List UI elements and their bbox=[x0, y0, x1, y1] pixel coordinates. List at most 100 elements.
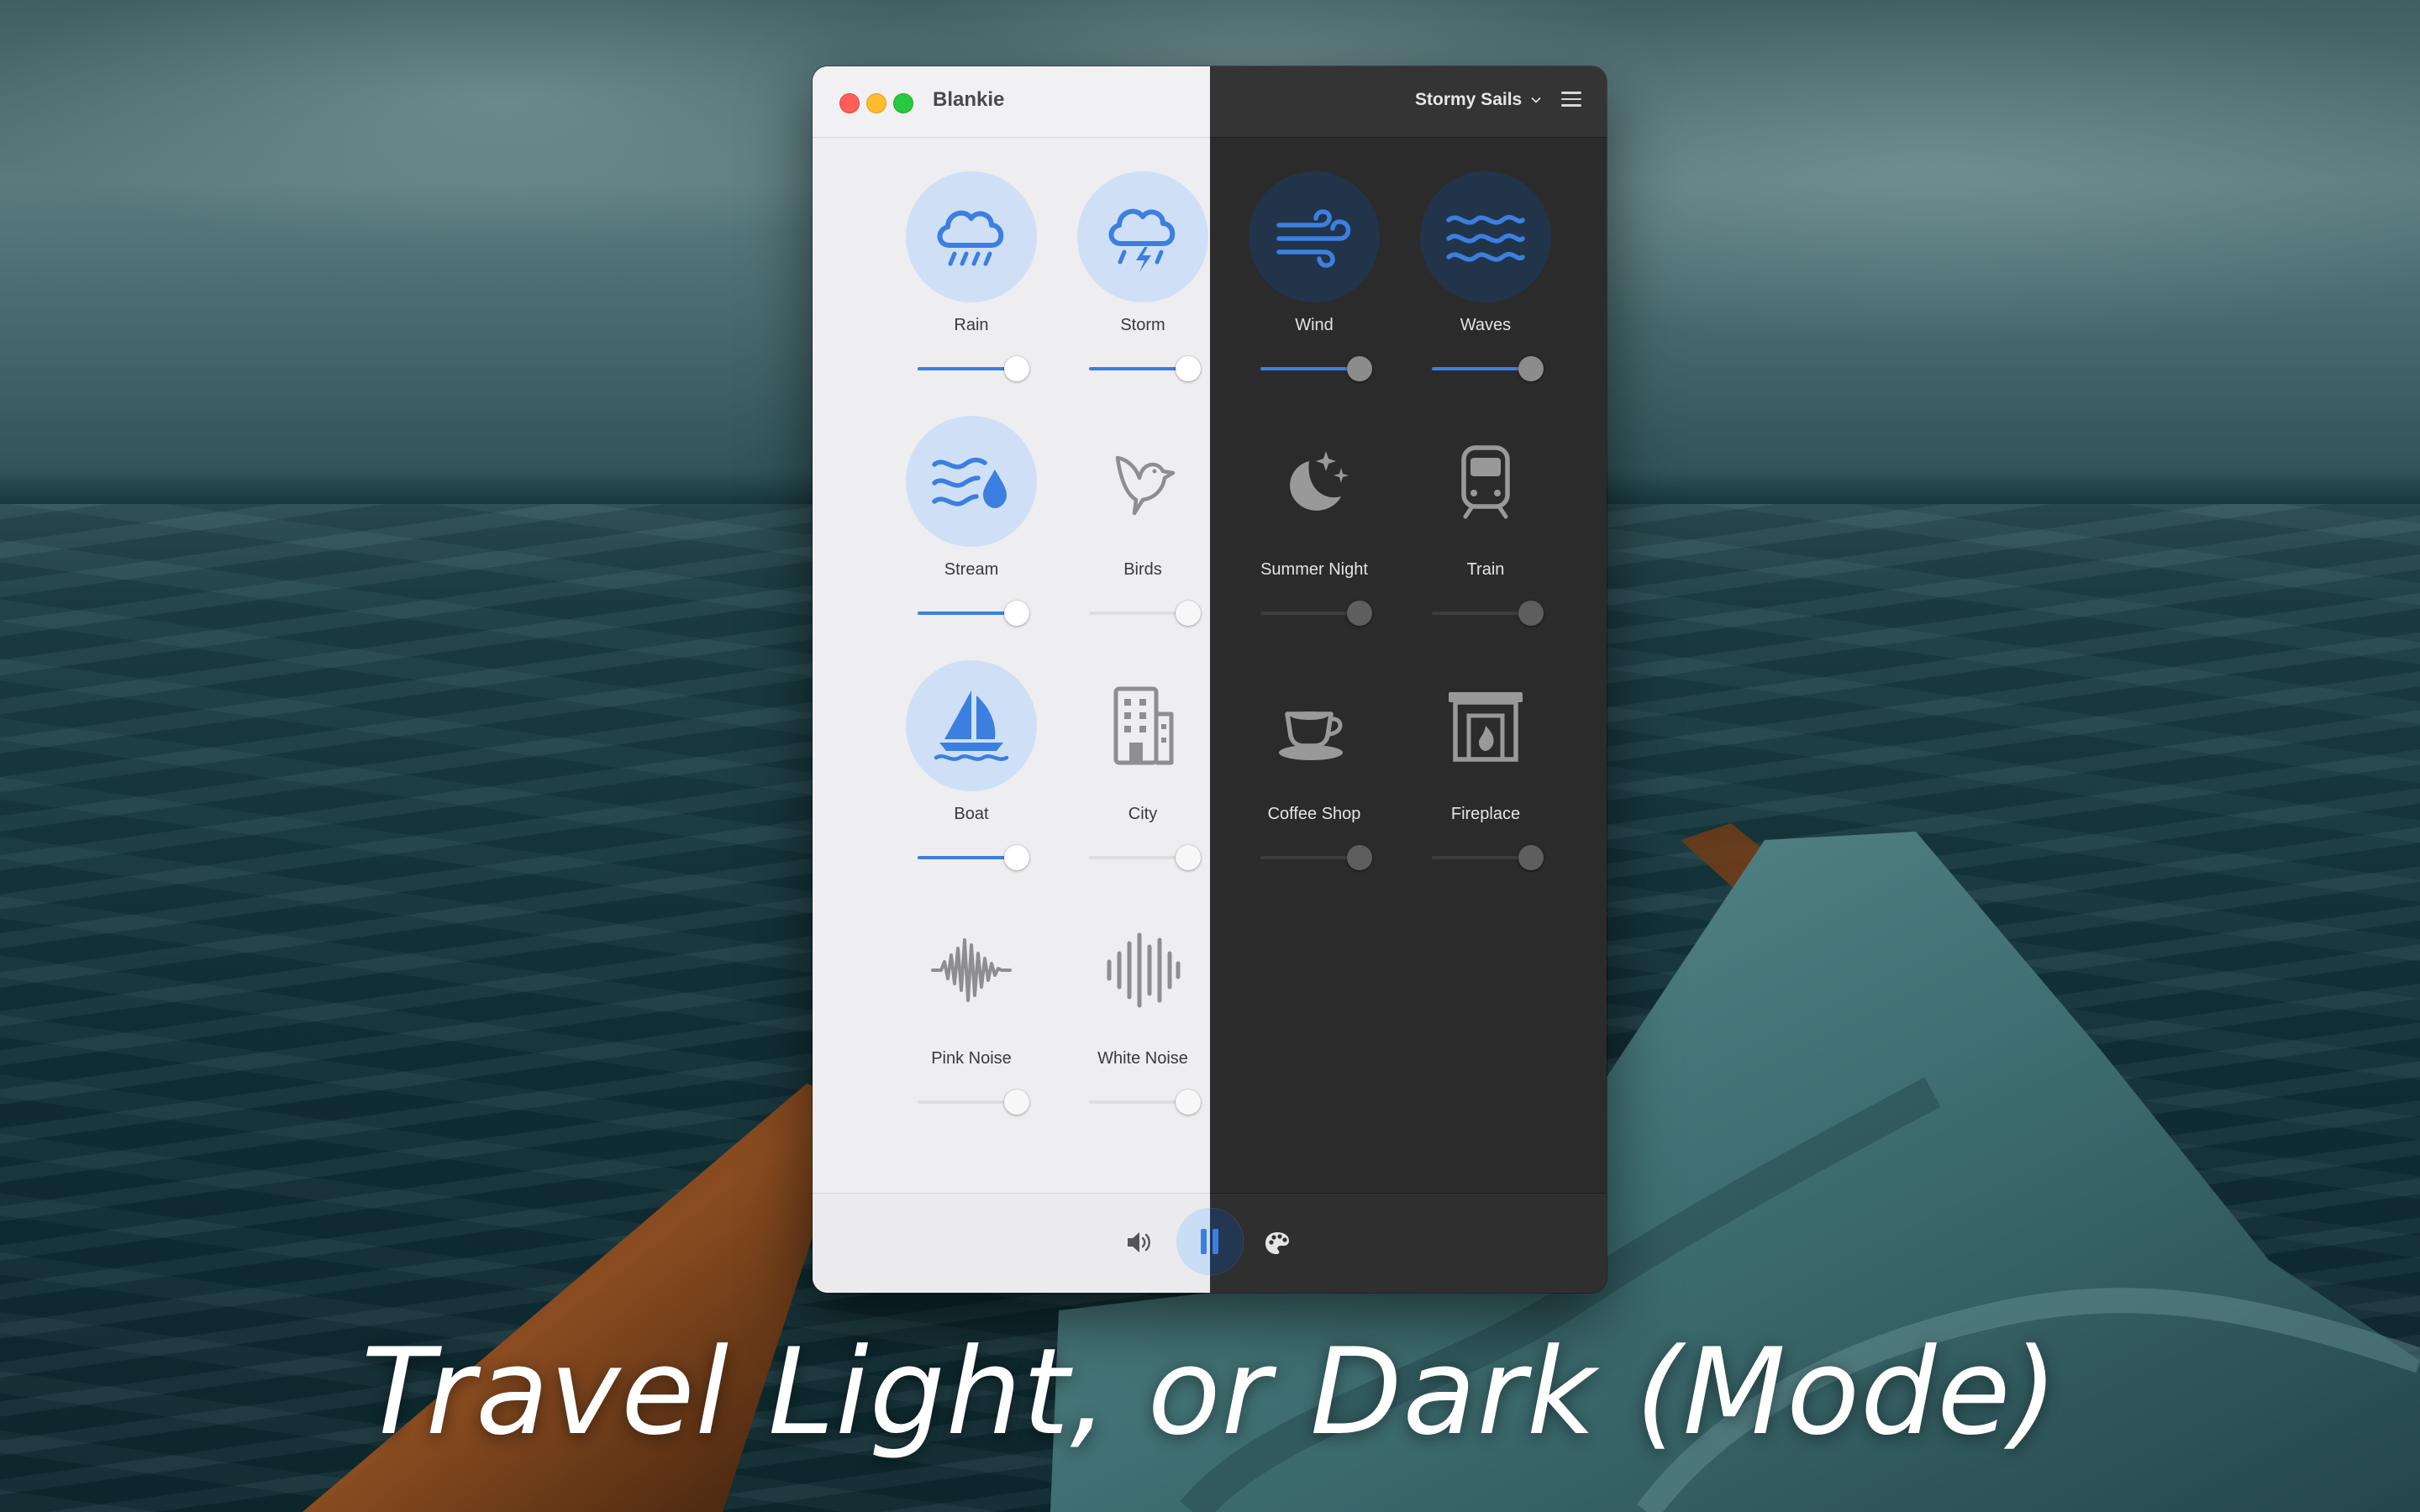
boat-toggle[interactable] bbox=[906, 660, 1037, 791]
sound-label: Storm bbox=[1120, 316, 1165, 334]
fireplace-icon bbox=[1449, 692, 1523, 762]
volume-slider[interactable] bbox=[918, 845, 1029, 870]
pause-icon bbox=[1201, 1229, 1207, 1254]
wind-icon bbox=[1276, 209, 1351, 268]
sound-tile-white-noise[interactable]: White Noise bbox=[1057, 905, 1228, 1115]
stream-toggle[interactable] bbox=[906, 416, 1037, 547]
coffee-cup-icon bbox=[1279, 711, 1343, 760]
slider-knob[interactable] bbox=[1176, 1089, 1201, 1115]
slider-knob[interactable] bbox=[1518, 845, 1544, 870]
volume-slider[interactable] bbox=[1432, 845, 1544, 870]
volume-slider[interactable] bbox=[1260, 845, 1372, 870]
slider-knob[interactable] bbox=[1176, 356, 1201, 381]
slider-knob[interactable] bbox=[1347, 601, 1372, 626]
waves-toggle[interactable] bbox=[1420, 171, 1551, 302]
volume-slider[interactable] bbox=[1089, 601, 1201, 626]
sound-label: Train bbox=[1466, 560, 1505, 579]
bird-icon bbox=[1115, 455, 1176, 516]
sound-label: Pink Noise bbox=[931, 1049, 1012, 1068]
sound-tile-train[interactable]: Train bbox=[1400, 416, 1571, 626]
moon-stars-icon bbox=[1290, 451, 1349, 511]
white-noise-toggle[interactable] bbox=[1077, 905, 1208, 1036]
volume-slider[interactable] bbox=[918, 601, 1029, 626]
volume-slider[interactable] bbox=[1260, 601, 1372, 626]
sound-label: Birds bbox=[1123, 560, 1162, 579]
close-button[interactable] bbox=[839, 93, 860, 113]
slider-knob[interactable] bbox=[1176, 601, 1201, 626]
sound-label: Waves bbox=[1460, 316, 1512, 334]
sound-tile-coffee-shop[interactable]: Coffee Shop bbox=[1228, 660, 1400, 870]
coffee-shop-toggle[interactable] bbox=[1249, 660, 1380, 791]
sound-label: Stream bbox=[944, 560, 999, 579]
sound-tile-storm[interactable]: Storm bbox=[1057, 171, 1228, 381]
volume-slider[interactable] bbox=[1089, 356, 1201, 381]
slider-knob[interactable] bbox=[1176, 845, 1201, 870]
volume-slider[interactable] bbox=[918, 356, 1029, 381]
slider-knob[interactable] bbox=[1518, 601, 1544, 626]
chevron-down-icon bbox=[1531, 97, 1541, 103]
preset-name: Stormy Sails bbox=[1415, 90, 1523, 109]
rain-cloud-icon bbox=[937, 210, 1004, 266]
fireplace-toggle[interactable] bbox=[1420, 660, 1551, 791]
sound-label: White Noise bbox=[1097, 1049, 1188, 1068]
building-icon bbox=[1113, 686, 1174, 765]
sound-tile-pink-noise[interactable]: Pink Noise bbox=[886, 905, 1057, 1115]
app-window: Blankie Stormy Sails Rain Storm Wind Wav… bbox=[813, 66, 1607, 1293]
sound-tile-birds[interactable]: Birds bbox=[1057, 416, 1228, 626]
sound-tile-city[interactable]: City bbox=[1057, 660, 1228, 870]
slider-knob[interactable] bbox=[1004, 601, 1029, 626]
birds-toggle[interactable] bbox=[1077, 416, 1208, 547]
sound-tile-wind[interactable]: Wind bbox=[1228, 171, 1400, 381]
sound-tile-stream[interactable]: Stream bbox=[886, 416, 1057, 626]
sound-tile-summer-night[interactable]: Summer Night bbox=[1228, 416, 1400, 626]
stream-drop-icon bbox=[932, 457, 1007, 508]
sound-tile-rain[interactable]: Rain bbox=[886, 171, 1057, 381]
preset-selector[interactable]: Stormy Sails bbox=[1415, 90, 1542, 110]
storm-cloud-icon bbox=[1108, 208, 1176, 272]
sound-label: Boat bbox=[954, 805, 989, 823]
city-toggle[interactable] bbox=[1077, 660, 1208, 791]
zoom-button[interactable] bbox=[893, 93, 913, 113]
slider-knob[interactable] bbox=[1004, 356, 1029, 381]
sound-label: Summer Night bbox=[1260, 560, 1368, 579]
app-title: Blankie bbox=[933, 88, 1005, 111]
volume-slider[interactable] bbox=[918, 1089, 1029, 1115]
rain-toggle[interactable] bbox=[906, 171, 1037, 302]
sound-label: Rain bbox=[954, 316, 989, 334]
train-icon bbox=[1461, 445, 1510, 519]
storm-toggle[interactable] bbox=[1077, 171, 1208, 302]
sound-label: Coffee Shop bbox=[1267, 805, 1361, 823]
minimize-button[interactable] bbox=[866, 93, 886, 113]
volume-slider[interactable] bbox=[1089, 845, 1201, 870]
sound-tile-waves[interactable]: Waves bbox=[1400, 171, 1571, 381]
sound-label: Fireplace bbox=[1450, 805, 1521, 823]
volume-slider[interactable] bbox=[1432, 601, 1544, 626]
play-pause-button[interactable] bbox=[1176, 1208, 1244, 1275]
sound-tile-boat[interactable]: Boat bbox=[886, 660, 1057, 870]
pink-noise-waveform-icon bbox=[931, 938, 1012, 1002]
slider-knob[interactable] bbox=[1004, 1089, 1029, 1115]
pink-noise-toggle[interactable] bbox=[906, 905, 1037, 1036]
title-bar: Blankie Stormy Sails bbox=[813, 66, 1607, 138]
summer-night-toggle[interactable] bbox=[1249, 416, 1380, 547]
slider-knob[interactable] bbox=[1004, 845, 1029, 870]
volume-slider[interactable] bbox=[1260, 356, 1372, 381]
wind-toggle[interactable] bbox=[1249, 171, 1380, 302]
speaker-volume-icon[interactable] bbox=[1125, 1230, 1152, 1255]
sound-label: City bbox=[1128, 805, 1158, 823]
menu-icon[interactable] bbox=[1561, 92, 1581, 110]
volume-slider[interactable] bbox=[1089, 1089, 1201, 1115]
sailboat-icon bbox=[934, 690, 1009, 761]
marketing-caption: Travel Light, or Dark (Mode) bbox=[361, 1323, 2059, 1462]
slider-knob[interactable] bbox=[1347, 845, 1372, 870]
sound-tile-fireplace[interactable]: Fireplace bbox=[1400, 660, 1571, 870]
waves-icon bbox=[1446, 214, 1525, 262]
sound-label: Wind bbox=[1295, 316, 1334, 334]
volume-slider[interactable] bbox=[1432, 356, 1544, 381]
white-noise-waveform-icon bbox=[1107, 932, 1181, 1008]
slider-knob[interactable] bbox=[1347, 356, 1372, 381]
palette-icon[interactable] bbox=[1263, 1230, 1292, 1257]
bottom-toolbar bbox=[813, 1193, 1607, 1293]
train-toggle[interactable] bbox=[1420, 416, 1551, 547]
slider-knob[interactable] bbox=[1518, 356, 1544, 381]
